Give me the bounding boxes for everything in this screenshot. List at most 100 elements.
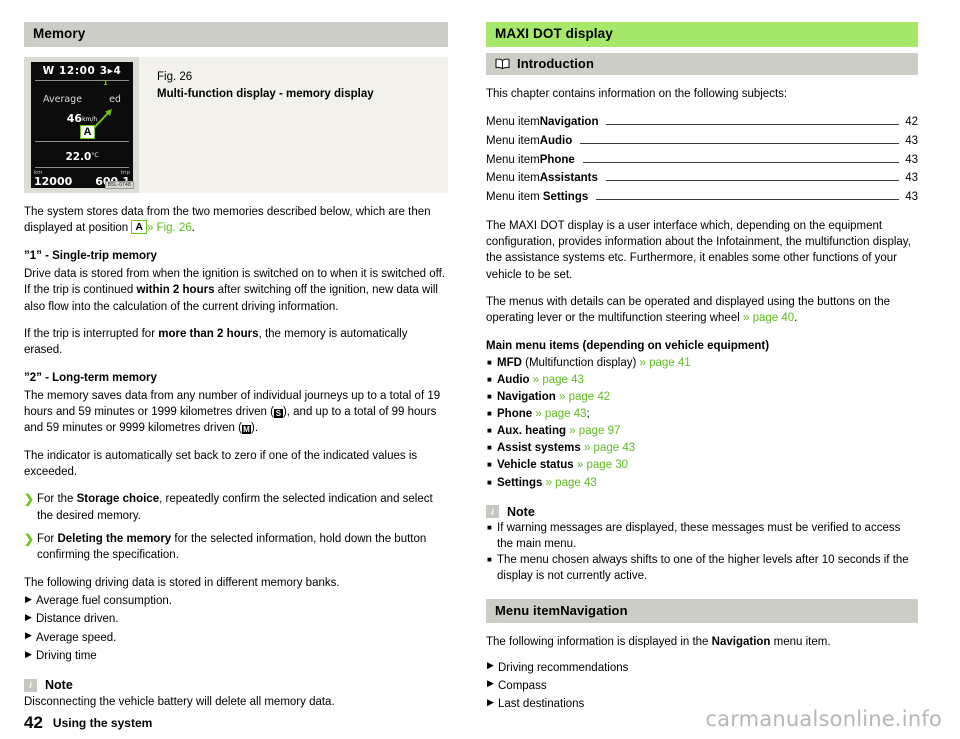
figure-caption: Fig. 26 Multi-function display - memory …	[139, 57, 374, 193]
square-bullet-icon: ■	[487, 522, 492, 532]
memory-intro-paragraph: The system stores data from the two memo…	[24, 204, 448, 237]
note-item-1: The menu chosen always shifts to one of …	[497, 553, 909, 582]
list-item[interactable]: ■ MFD (Multifunction display) » page 41	[486, 355, 918, 371]
memory-intro-text-a: The system stores data from the two memo…	[24, 205, 431, 235]
chevron-right-icon: ❯	[24, 532, 35, 547]
symbol-s-icon: S	[273, 409, 283, 419]
list-item: ▶ Average fuel consumption.	[24, 593, 448, 609]
long-term-paragraph: The memory saves data from any number of…	[24, 388, 448, 437]
toc-name-3: Assistants	[539, 172, 598, 185]
toc-name-1: Audio	[539, 135, 573, 148]
toc-label: Menu item Settings	[486, 188, 588, 207]
menu-item-xref-4[interactable]: » page 97	[569, 425, 620, 437]
toc-leader-line	[596, 198, 900, 200]
toc-leader-line	[580, 143, 900, 145]
menu-item-label-4: Aux. heating	[497, 425, 567, 438]
page-columns: Memory W 12:00 3▸4 Average ed 1 A 46km/h…	[0, 0, 960, 713]
subheading-long-term-memory: ”2” - Long-term memory	[24, 371, 157, 384]
toc-row[interactable]: Menu itemNavigation 42	[486, 113, 918, 132]
toc-row[interactable]: Menu itemPhone 43	[486, 151, 918, 170]
main-menu-items-list: ■ MFD (Multifunction display) » page 41 ■…	[486, 355, 918, 491]
menu-item-xref-7[interactable]: » page 43	[546, 477, 597, 489]
toc-prefix-2: Menu item	[486, 153, 540, 166]
menu-item-label-0: MFD	[497, 356, 522, 369]
list-item: ❯ For Deleting the memory for the selecte…	[24, 531, 448, 564]
square-bullet-icon: ■	[487, 357, 492, 367]
figure-26: W 12:00 3▸4 Average ed 1 A 46km/h 22.0°C…	[24, 56, 448, 193]
menu-item-label-7: Settings	[497, 476, 543, 489]
display-temp-value: 22.0	[65, 150, 92, 163]
single-trip-paragraph-1: Drive data is stored from when the ignit…	[24, 266, 448, 315]
xref-fig-26[interactable]: » Fig. 26	[147, 222, 192, 234]
menu-nav-item-0: Driving recommendations	[498, 661, 629, 674]
stored-item-1: Distance driven.	[36, 613, 119, 626]
display-average-label: Average	[43, 93, 83, 105]
single-trip2-text-a: If the trip is interrupted for	[24, 327, 159, 340]
list-item[interactable]: ■ Audio » page 43	[486, 372, 918, 388]
list-item[interactable]: ■ Assist systems » page 43	[486, 440, 918, 456]
menu-item-xref-3[interactable]: » page 43	[535, 408, 586, 420]
menu-item-xref-1[interactable]: » page 43	[533, 374, 584, 386]
toc-label: Menu itemAssistants	[486, 169, 598, 188]
triangle-right-icon: ▶	[487, 696, 494, 707]
toc-name-0: Navigation	[539, 116, 599, 129]
toc-leader-line	[606, 124, 900, 126]
column-gap	[466, 22, 476, 713]
toc-row[interactable]: Menu itemAssistants 43	[486, 169, 918, 188]
menu-item-xref-5[interactable]: » page 43	[584, 442, 635, 454]
menu-item-xref-6[interactable]: » page 30	[577, 459, 628, 471]
list-item: ❯ For the Storage choice, repeatedly conf…	[24, 491, 448, 524]
toc-prefix-4: Menu item	[486, 190, 543, 203]
note-title-right: Note	[507, 504, 535, 519]
triangle-right-icon: ▶	[25, 593, 32, 604]
stored-data-list: ▶ Average fuel consumption. ▶ Distance dri…	[24, 593, 448, 664]
symbol-m-icon: M	[241, 425, 251, 435]
stored-data-heading: The following driving data is stored in …	[24, 576, 340, 589]
menu-item-xref-2[interactable]: » page 42	[559, 391, 610, 403]
toc-name-4: Settings	[542, 190, 589, 203]
menu-item-xref-0[interactable]: » page 41	[640, 357, 691, 369]
toc-leader-line	[582, 161, 900, 163]
note-heading-left: i Note	[24, 678, 448, 692]
chev-item-1-pre: For	[37, 533, 58, 546]
toc-row[interactable]: Menu itemAudio 43	[486, 132, 918, 151]
table-of-contents: Menu itemNavigation 42 Menu itemAudio 43…	[486, 113, 918, 206]
xref-page-40[interactable]: » page 40	[743, 312, 794, 324]
list-item[interactable]: ■ Phone » page 43;	[486, 406, 918, 422]
menu-item-label-1: Audio	[497, 373, 530, 386]
chapter-heading-maxi-dot: MAXI DOT display	[486, 22, 918, 47]
menu-nav-lead-a: The following information is displayed i…	[486, 636, 712, 649]
display-divider-mid	[35, 140, 129, 142]
toc-label: Menu itemAudio	[486, 132, 572, 151]
triangle-right-icon: ▶	[25, 611, 32, 622]
square-bullet-icon: ■	[487, 392, 492, 402]
footer-page-number: 42	[24, 712, 43, 732]
menu-item-tail-3: ;	[586, 408, 590, 421]
list-item[interactable]: ■ Settings » page 43	[486, 475, 918, 491]
square-bullet-icon: ■	[487, 409, 492, 419]
triangle-right-icon: ▶	[487, 678, 494, 689]
square-bullet-icon: ■	[487, 477, 492, 487]
manual-page: Memory W 12:00 3▸4 Average ed 1 A 46km/h…	[0, 0, 960, 732]
list-item[interactable]: ■ Navigation » page 42	[486, 389, 918, 405]
note-list-right: ■ If warning messages are displayed, thes…	[486, 520, 918, 584]
right-column: MAXI DOT display Introduction This chapt…	[476, 22, 918, 713]
list-item[interactable]: ■ Vehicle status » page 30	[486, 457, 918, 473]
toc-row[interactable]: Menu item Settings 43	[486, 188, 918, 207]
figure-title: Multi-function display - memory display	[157, 87, 374, 100]
long-term-text-c: ).	[250, 422, 259, 435]
square-bullet-icon: ■	[487, 374, 492, 384]
callout-number: 1	[103, 78, 108, 87]
square-bullet-icon: ■	[487, 554, 492, 564]
toc-page-0: 42	[905, 116, 918, 129]
stored-item-3: Driving time	[36, 650, 97, 663]
menus-text-end: .	[794, 312, 798, 325]
callout-marker-a: A	[80, 124, 95, 139]
note-text-left: Disconnecting the vehicle battery will d…	[24, 696, 335, 709]
menu-item-label-6: Vehicle status	[497, 459, 574, 472]
section-heading-menu-item-navigation: Menu itemNavigation	[486, 599, 918, 624]
stored-item-2: Average speed.	[36, 631, 117, 644]
list-item[interactable]: ■ Aux. heating » page 97	[486, 423, 918, 439]
watermark: carmanualsonline.info	[705, 706, 942, 731]
display-average-tail: ed	[109, 93, 121, 105]
